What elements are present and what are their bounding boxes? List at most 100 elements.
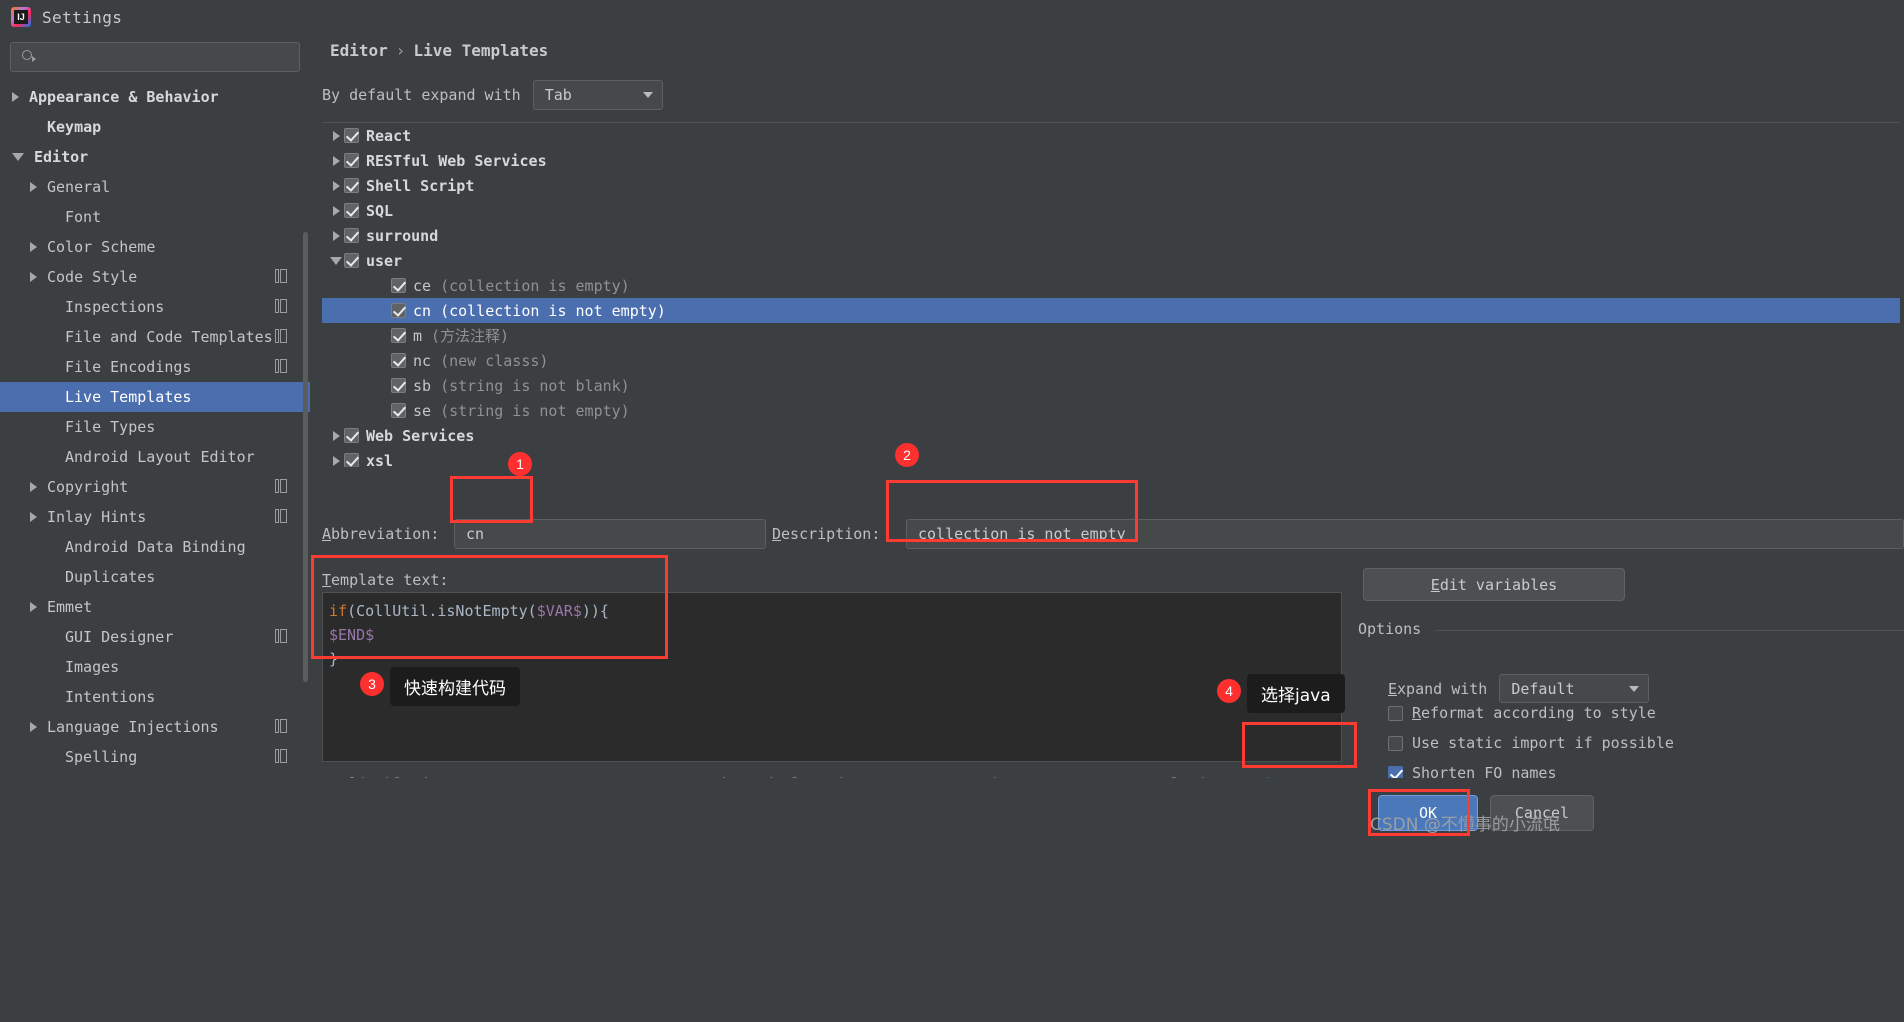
copy-settings-icon[interactable]: [275, 629, 288, 644]
sidebar-item-spelling[interactable]: Spelling: [0, 742, 310, 772]
expand-with-select[interactable]: Default: [1499, 674, 1650, 703]
template-enabled-checkbox[interactable]: [391, 328, 406, 343]
chevron-right-icon[interactable]: [30, 242, 37, 252]
sidebar-item-intentions[interactable]: Intentions: [0, 682, 310, 712]
chevron-right-icon[interactable]: [30, 512, 37, 522]
copy-settings-icon[interactable]: [275, 269, 288, 284]
chevron-right-icon[interactable]: [30, 602, 37, 612]
sidebar-item-label: Intentions: [65, 688, 156, 706]
template-enabled-checkbox[interactable]: [391, 403, 406, 418]
reformat-checkbox-row[interactable]: Reformat according to style: [1388, 704, 1656, 722]
template-row[interactable]: surround: [322, 223, 1900, 248]
sidebar-item-editor[interactable]: Editor: [0, 142, 310, 172]
chevron-down-icon[interactable]: [328, 256, 344, 265]
template-row[interactable]: sb (string is not blank): [322, 373, 1900, 398]
template-enabled-checkbox[interactable]: [344, 178, 359, 193]
sidebar-item-file-types[interactable]: File Types: [0, 412, 310, 442]
chevron-right-icon[interactable]: [30, 272, 37, 282]
template-row[interactable]: Web Services: [322, 423, 1900, 448]
sidebar-item-language-injections[interactable]: Language Injections: [0, 712, 310, 742]
search-input[interactable]: [37, 48, 299, 66]
sidebar-item-duplicates[interactable]: Duplicates: [0, 562, 310, 592]
copy-settings-icon[interactable]: [275, 719, 288, 734]
copy-settings-icon[interactable]: [275, 299, 288, 314]
template-row[interactable]: ce (collection is empty): [322, 273, 1900, 298]
sidebar-item-gui-designer[interactable]: GUI Designer: [0, 622, 310, 652]
template-enabled-checkbox[interactable]: [391, 303, 406, 318]
sidebar-item-label: Images: [65, 658, 120, 676]
no-chevron-icon: [48, 362, 55, 372]
description-input[interactable]: collection is not empty: [906, 519, 1904, 549]
template-row[interactable]: m (方法注释): [322, 323, 1900, 348]
abbreviation-input[interactable]: cn: [454, 519, 766, 549]
template-name: React: [366, 126, 412, 145]
copy-settings-icon[interactable]: [275, 479, 288, 494]
template-enabled-checkbox[interactable]: [344, 228, 359, 243]
sidebar-item-appearance-behavior[interactable]: Appearance & Behavior: [0, 82, 310, 112]
template-row[interactable]: RESTful Web Services: [322, 148, 1900, 173]
template-row[interactable]: cn (collection is not empty): [322, 298, 1900, 323]
template-enabled-checkbox[interactable]: [344, 428, 359, 443]
sidebar-item-color-scheme[interactable]: Color Scheme: [0, 232, 310, 262]
chevron-right-icon[interactable]: [328, 205, 344, 216]
sidebar-item-android-data-binding[interactable]: Android Data Binding: [0, 532, 310, 562]
sidebar-item-copyright[interactable]: Copyright: [0, 472, 310, 502]
sidebar-item-android-layout-editor[interactable]: Android Layout Editor: [0, 442, 310, 472]
template-enabled-checkbox[interactable]: [344, 453, 359, 467]
template-row[interactable]: React: [322, 123, 1900, 148]
chevron-right-icon[interactable]: [30, 482, 37, 492]
search-box[interactable]: [10, 42, 300, 72]
copy-settings-icon[interactable]: [275, 359, 288, 374]
chevron-right-icon[interactable]: [30, 722, 37, 732]
sidebar-item-file-and-code-templates[interactable]: File and Code Templates: [0, 322, 310, 352]
template-enabled-checkbox[interactable]: [344, 253, 359, 268]
copy-settings-icon[interactable]: [275, 329, 288, 344]
sidebar-scrollbar-track[interactable]: [303, 82, 309, 778]
sidebar-item-emmet[interactable]: Emmet: [0, 592, 310, 622]
copy-settings-icon[interactable]: [275, 509, 288, 524]
template-enabled-checkbox[interactable]: [344, 203, 359, 218]
settings-sidebar: Appearance & Behavior Keymap Editor General…: [0, 34, 310, 778]
chevron-right-icon[interactable]: [328, 230, 344, 241]
sidebar-item-inlay-hints[interactable]: Inlay Hints: [0, 502, 310, 532]
sidebar-scrollbar-thumb[interactable]: [303, 232, 308, 682]
sidebar-item-font[interactable]: Font: [0, 202, 310, 232]
chevron-right-icon[interactable]: [328, 180, 344, 191]
watermark: CSDN @不懂事的小流氓: [1370, 815, 1560, 835]
template-enabled-checkbox[interactable]: [391, 353, 406, 368]
use-static-import-checkbox[interactable]: [1388, 735, 1403, 751]
chevron-right-icon[interactable]: [328, 430, 344, 441]
templates-tree[interactable]: React RESTful Web Services Shell Script SQL…: [322, 122, 1900, 467]
breadcrumb-root[interactable]: Editor: [330, 41, 388, 60]
sidebar-item-general[interactable]: General: [0, 172, 310, 202]
sidebar-item-inspections[interactable]: Inspections: [0, 292, 310, 322]
sidebar-item-keymap[interactable]: Keymap: [0, 112, 310, 142]
chevron-right-icon[interactable]: [30, 182, 37, 192]
sidebar-tree[interactable]: Appearance & Behavior Keymap Editor General…: [0, 82, 310, 778]
sidebar-item-images[interactable]: Images: [0, 652, 310, 682]
template-row[interactable]: xsl: [322, 448, 1900, 467]
template-row[interactable]: nc (new classs): [322, 348, 1900, 373]
template-enabled-checkbox[interactable]: [344, 128, 359, 143]
template-enabled-checkbox[interactable]: [391, 378, 406, 393]
chevron-right-icon[interactable]: [12, 92, 19, 102]
chevron-right-icon[interactable]: [328, 130, 344, 141]
copy-settings-icon[interactable]: [275, 749, 288, 764]
template-row[interactable]: user: [322, 248, 1900, 273]
sidebar-item-label: Spelling: [65, 748, 138, 766]
template-row[interactable]: Shell Script: [322, 173, 1900, 198]
reformat-checkbox[interactable]: [1388, 705, 1403, 721]
sidebar-item-live-templates[interactable]: Live Templates: [0, 382, 310, 412]
sidebar-item-code-style[interactable]: Code Style: [0, 262, 310, 292]
static-import-checkbox-row[interactable]: Use static import if possible: [1388, 734, 1674, 752]
chevron-down-icon[interactable]: [12, 153, 24, 161]
edit-variables-button[interactable]: Edit variables: [1363, 568, 1625, 601]
template-enabled-checkbox[interactable]: [344, 153, 359, 168]
template-row[interactable]: se (string is not empty): [322, 398, 1900, 423]
chevron-right-icon[interactable]: [328, 455, 344, 466]
sidebar-item-file-encodings[interactable]: File Encodings: [0, 352, 310, 382]
template-row[interactable]: SQL: [322, 198, 1900, 223]
template-enabled-checkbox[interactable]: [391, 278, 406, 293]
chevron-right-icon[interactable]: [328, 155, 344, 166]
default-expand-select[interactable]: Tab: [532, 80, 663, 110]
